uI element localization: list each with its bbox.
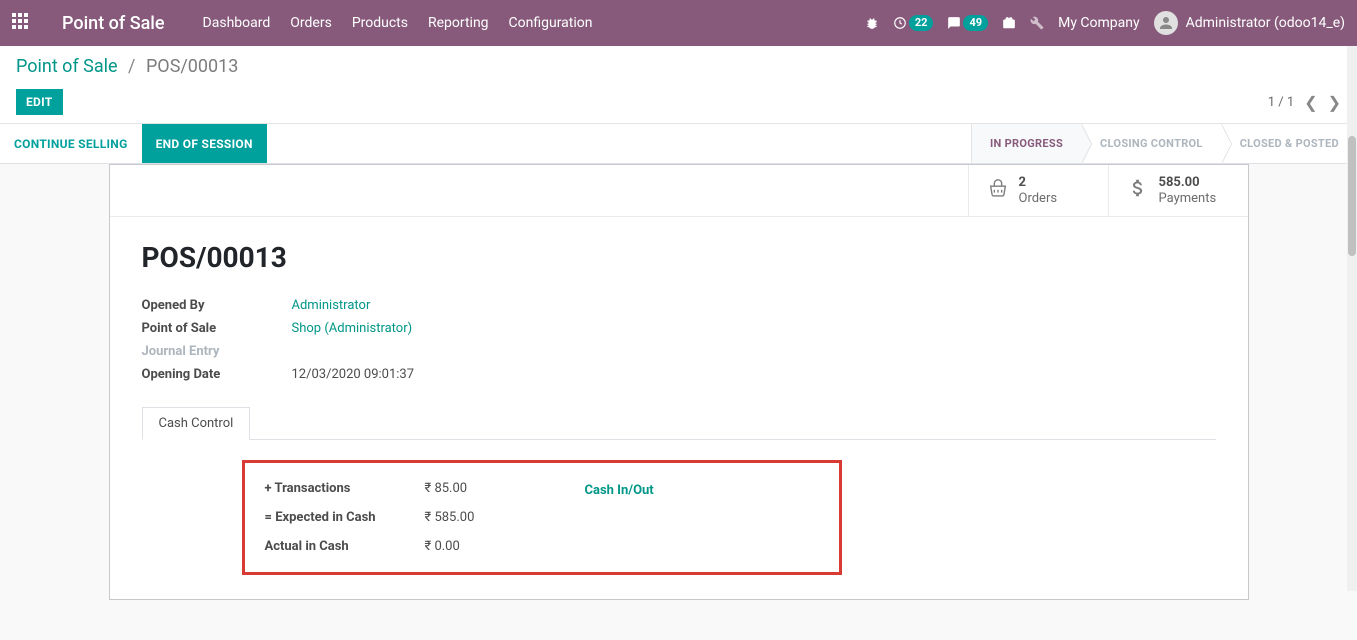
nav-links: Dashboard Orders Products Reporting Conf… bbox=[203, 15, 593, 31]
nav-orders[interactable]: Orders bbox=[290, 15, 332, 31]
stat-buttons: 2 Orders 585.00 Payments bbox=[110, 165, 1248, 217]
avatar-icon bbox=[1154, 11, 1178, 35]
continue-selling-button[interactable]: Continue Selling bbox=[0, 124, 142, 163]
tools-icon[interactable] bbox=[1030, 16, 1044, 30]
user-menu[interactable]: Administrator (odoo14_e) bbox=[1154, 11, 1345, 35]
journal-label: Journal Entry bbox=[142, 344, 292, 359]
tab-cash-control[interactable]: Cash Control bbox=[142, 407, 251, 440]
actual-value: ₹ 0.00 bbox=[425, 539, 565, 554]
transactions-value: ₹ 85.00 bbox=[425, 481, 565, 496]
activity-badge: 22 bbox=[909, 15, 934, 31]
end-session-button[interactable]: End of Session bbox=[142, 124, 267, 163]
breadcrumb-sep: / bbox=[128, 56, 135, 77]
scrollbar[interactable] bbox=[1347, 46, 1357, 591]
activity-icon[interactable]: 22 bbox=[893, 15, 934, 31]
opening-date-label: Opening Date bbox=[142, 367, 292, 382]
opening-date-value: 12/03/2020 09:01:37 bbox=[292, 367, 415, 382]
basket-icon bbox=[987, 177, 1009, 205]
transactions-label: + Transactions bbox=[265, 481, 425, 496]
stat-orders-value: 2 bbox=[1019, 175, 1058, 191]
company-name[interactable]: My Company bbox=[1058, 15, 1140, 31]
messages-icon[interactable]: 49 bbox=[947, 15, 988, 31]
top-navbar: Point of Sale Dashboard Orders Products … bbox=[0, 0, 1357, 46]
opened-by-label: Opened By bbox=[142, 298, 292, 313]
app-brand[interactable]: Point of Sale bbox=[62, 13, 165, 34]
stage-closing-control[interactable]: Closing Control bbox=[1081, 124, 1221, 163]
nav-reporting[interactable]: Reporting bbox=[428, 15, 489, 31]
breadcrumb: Point of Sale / POS/00013 bbox=[16, 56, 1341, 77]
form-sheet: 2 Orders 585.00 Payments POS/00013 Opene… bbox=[109, 164, 1249, 600]
scrollbar-thumb[interactable] bbox=[1348, 136, 1356, 256]
stat-payments-label: Payments bbox=[1159, 191, 1217, 207]
pager-prev-icon[interactable]: ❮ bbox=[1304, 93, 1317, 112]
pos-value[interactable]: Shop (Administrator) bbox=[292, 321, 413, 336]
navbar-left: Point of Sale Dashboard Orders Products … bbox=[12, 13, 593, 34]
cash-control-highlight: + Transactions = Expected in Cash Actual… bbox=[242, 460, 842, 575]
pos-label: Point of Sale bbox=[142, 321, 292, 336]
status-bar: Continue Selling End of Session In Progr… bbox=[0, 124, 1357, 164]
pager-value: 1 / 1 bbox=[1268, 95, 1294, 110]
stat-orders-label: Orders bbox=[1019, 191, 1058, 207]
stage-in-progress[interactable]: In Progress bbox=[971, 124, 1081, 163]
cash-in-out-button[interactable]: Cash In/Out bbox=[585, 483, 654, 498]
edit-button[interactable]: Edit bbox=[16, 89, 63, 115]
nav-configuration[interactable]: Configuration bbox=[509, 15, 593, 31]
nav-dashboard[interactable]: Dashboard bbox=[203, 15, 271, 31]
sheet-background: 2 Orders 585.00 Payments POS/00013 Opene… bbox=[0, 164, 1357, 640]
stage-closed-posted[interactable]: Closed & Posted bbox=[1221, 124, 1357, 163]
apps-icon[interactable] bbox=[12, 13, 32, 33]
expected-value: ₹ 585.00 bbox=[425, 510, 565, 525]
gift-icon[interactable] bbox=[1002, 16, 1016, 30]
nav-products[interactable]: Products bbox=[352, 15, 408, 31]
pager: 1 / 1 ❮ ❯ bbox=[1268, 93, 1341, 112]
opened-by-value[interactable]: Administrator bbox=[292, 298, 371, 313]
control-panel: Point of Sale / POS/00013 Edit 1 / 1 ❮ ❯ bbox=[0, 46, 1357, 124]
stat-orders-button[interactable]: 2 Orders bbox=[968, 165, 1108, 216]
bug-icon[interactable] bbox=[865, 16, 879, 30]
dollar-icon bbox=[1127, 177, 1149, 205]
notebook: Cash Control + Transactions = Expected i… bbox=[142, 406, 1216, 575]
stat-payments-button[interactable]: 585.00 Payments bbox=[1108, 165, 1248, 216]
messages-badge: 49 bbox=[963, 15, 988, 31]
breadcrumb-current: POS/00013 bbox=[146, 56, 238, 77]
expected-label: = Expected in Cash bbox=[265, 510, 425, 525]
record-title: POS/00013 bbox=[142, 241, 1216, 274]
breadcrumb-root[interactable]: Point of Sale bbox=[16, 56, 118, 77]
navbar-right: 22 49 My Company Administrator (odoo14_e… bbox=[865, 11, 1345, 35]
stat-payments-value: 585.00 bbox=[1159, 175, 1217, 191]
actual-label: Actual in Cash bbox=[265, 539, 425, 554]
user-name: Administrator (odoo14_e) bbox=[1186, 15, 1345, 31]
pager-next-icon[interactable]: ❯ bbox=[1328, 93, 1341, 112]
